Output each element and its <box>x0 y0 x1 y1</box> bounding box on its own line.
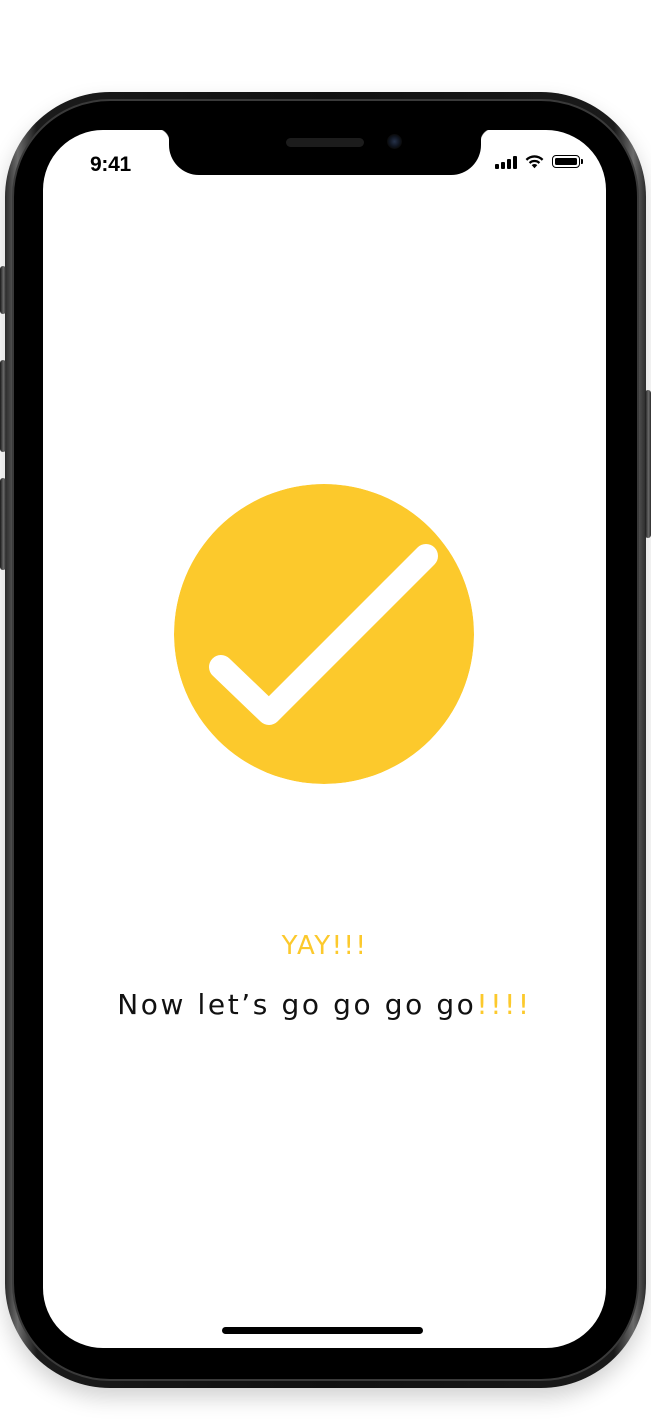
volume-down-button <box>0 478 6 570</box>
wifi-icon <box>525 155 544 169</box>
earpiece-speaker <box>286 138 364 147</box>
checkmark-circle-icon <box>174 484 474 784</box>
signal-icon <box>495 155 517 169</box>
status-icons <box>495 154 583 169</box>
notch <box>156 130 494 175</box>
battery-icon <box>552 155 583 168</box>
success-message: Now let’s go go go go!!!! <box>43 988 606 1021</box>
phone-screen: 9:41 YAY!!! Now let’s go go go go!!!! <box>43 130 606 1348</box>
volume-up-button <box>0 360 6 452</box>
front-camera <box>387 134 402 149</box>
mute-switch <box>0 266 6 314</box>
home-indicator[interactable] <box>222 1327 423 1334</box>
message-exclamations: !!!! <box>476 988 532 1021</box>
status-time: 9:41 <box>90 153 131 176</box>
success-title: YAY!!! <box>281 931 368 961</box>
message-text: Now let’s go go go go <box>117 988 477 1021</box>
power-button <box>645 390 651 538</box>
